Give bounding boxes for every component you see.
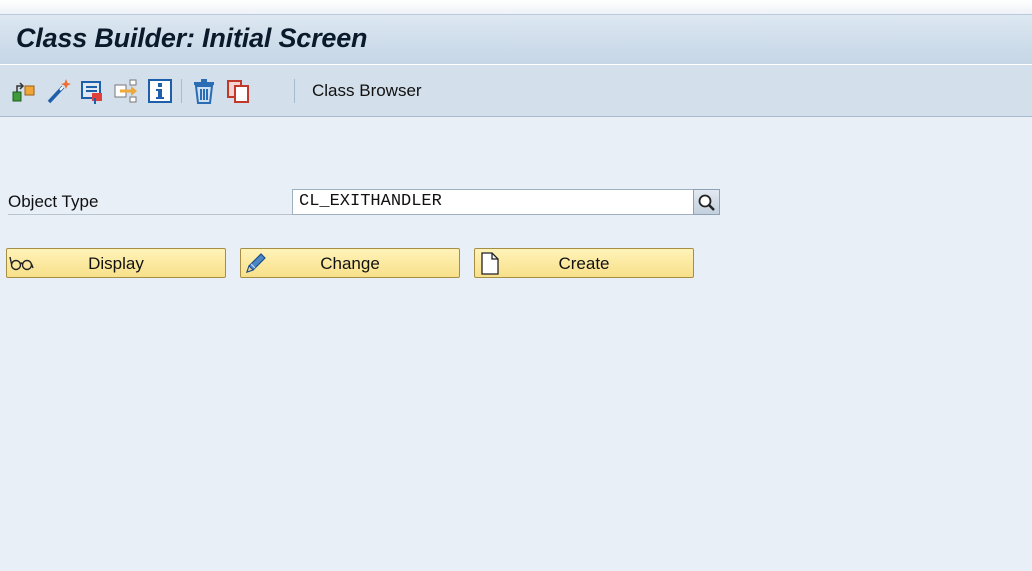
change-button[interactable]: Change: [240, 248, 460, 278]
object-hierarchy-icon[interactable]: [10, 77, 38, 105]
application-toolbar: Class Browser: [0, 64, 1032, 117]
copy-icon[interactable]: [225, 77, 253, 105]
toolbar-separator: [294, 79, 295, 103]
info-icon[interactable]: [146, 77, 174, 105]
page-title: Class Builder: Initial Screen: [16, 23, 368, 53]
class-browser-button[interactable]: Class Browser: [312, 81, 422, 101]
top-strip: [0, 0, 1032, 14]
magic-wand-icon[interactable]: [45, 77, 73, 105]
trash-icon[interactable]: [190, 77, 218, 105]
value-help-button[interactable]: [693, 189, 720, 215]
toolbar-separator: [181, 79, 182, 103]
display-button[interactable]: Display: [6, 248, 226, 278]
change-button-label: Change: [320, 254, 380, 273]
object-type-field[interactable]: CL_EXITHANDLER: [292, 189, 694, 215]
test-environment-icon[interactable]: [78, 77, 106, 105]
object-type-label: Object Type: [8, 192, 293, 215]
search-icon: [698, 194, 715, 211]
create-button[interactable]: Create: [474, 248, 694, 278]
enhancement-icon[interactable]: [112, 77, 140, 105]
display-button-label: Display: [88, 254, 144, 273]
create-button-label: Create: [558, 254, 610, 273]
title-bar: Class Builder: Initial Screen: [0, 14, 1032, 64]
